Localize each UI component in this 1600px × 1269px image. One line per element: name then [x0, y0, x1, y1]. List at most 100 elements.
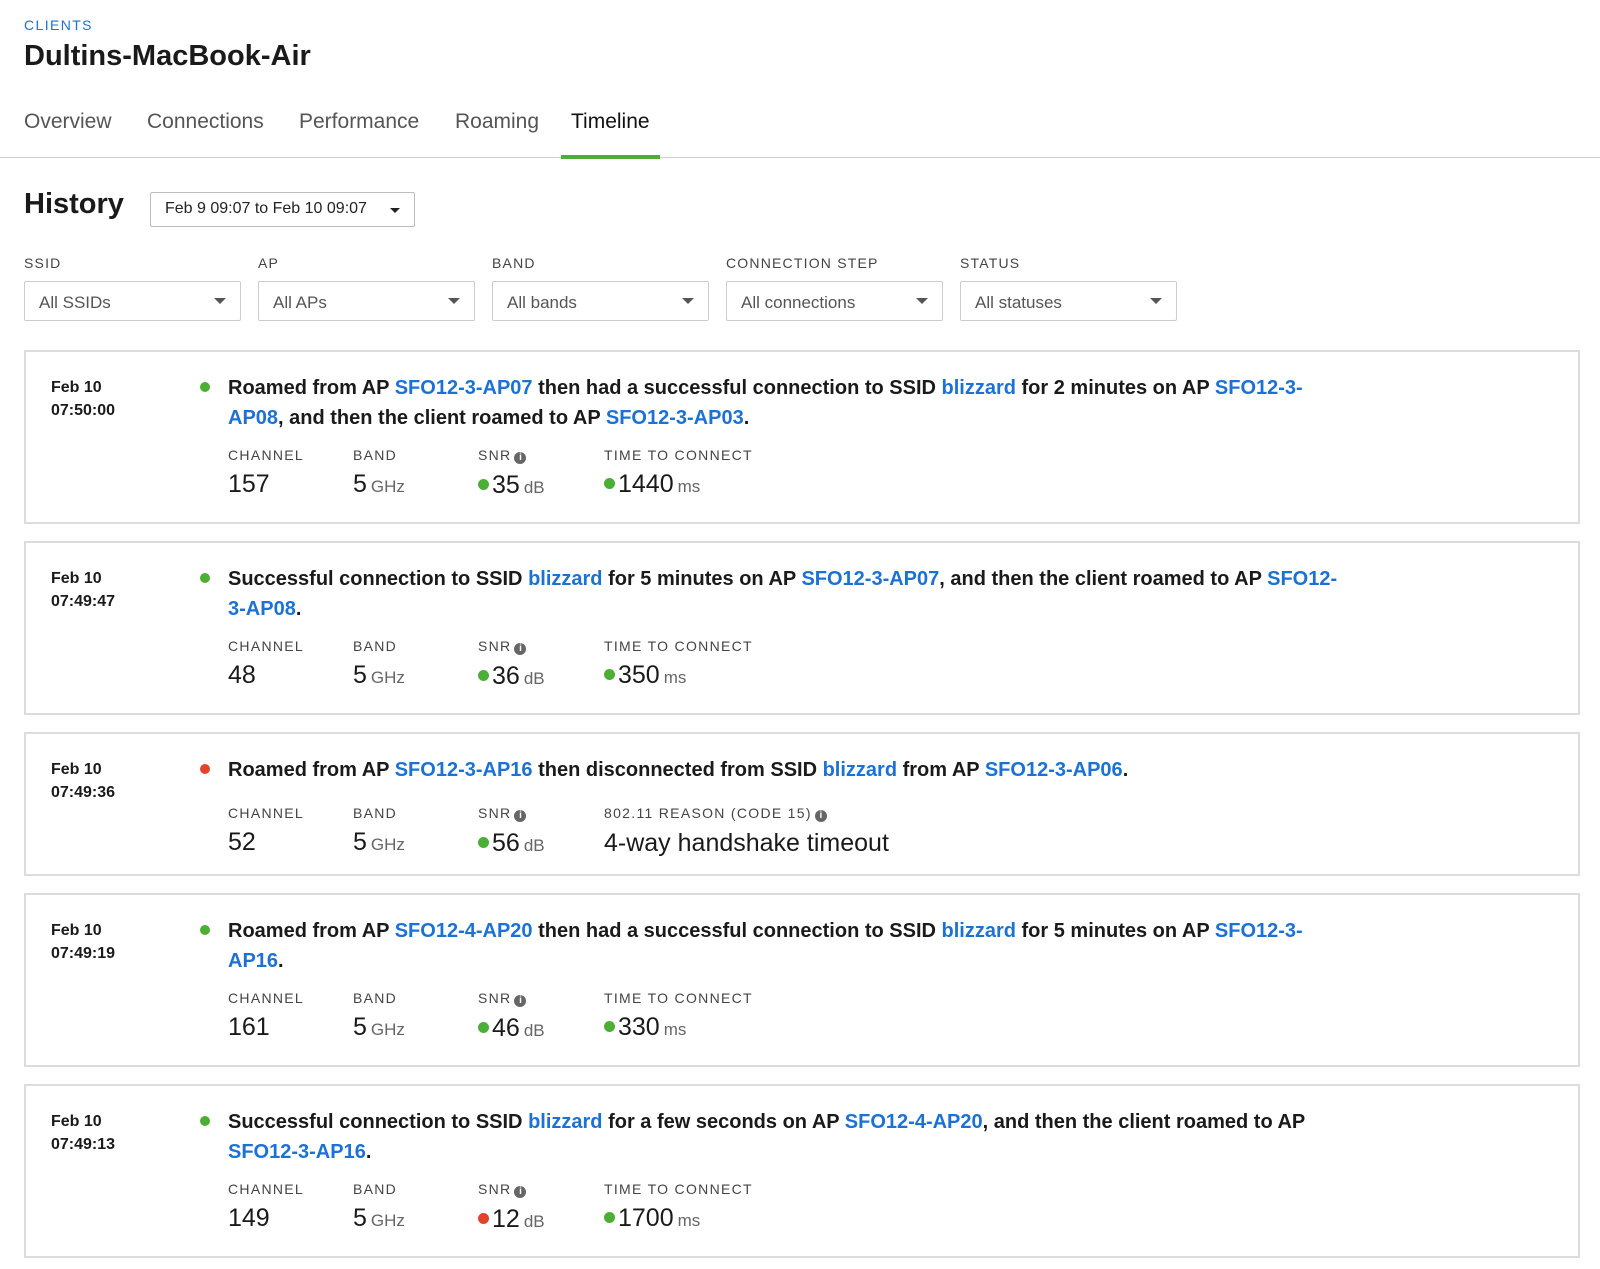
ap-ssid-link[interactable]: SFO12-4-AP20 [395, 920, 533, 942]
event-date: Feb 10 [51, 1113, 102, 1130]
metric-value: 330 ms [604, 1013, 753, 1042]
metric-unit: GHz [370, 1211, 405, 1230]
metric-value: 35 dB [478, 471, 545, 500]
metric-label: CHANNEL [228, 1181, 304, 1197]
ap-ssid-link[interactable]: blizzard [528, 1111, 602, 1133]
metric-label: TIME TO CONNECT [604, 447, 753, 463]
description-text: then had a successful connection to SSID [532, 920, 942, 942]
description-text: , and then the client roamed to AP [278, 407, 606, 429]
channel-metric: CHANNEL 149 [228, 1181, 304, 1233]
channel-metric: CHANNEL 157 [228, 447, 304, 499]
info-icon[interactable]: i [514, 810, 527, 822]
tab-overview[interactable]: Overview [24, 104, 112, 158]
metric-unit: ms [663, 1020, 687, 1039]
description-text: from AP [897, 759, 985, 781]
timeline-event: Feb 10 07:50:00 Roamed from AP SFO12-3-AP0… [24, 350, 1580, 524]
info-icon[interactable]: i [514, 452, 527, 464]
chevron-down-icon [916, 298, 928, 304]
event-date: Feb 10 [51, 922, 102, 939]
event-date: Feb 10 [51, 570, 102, 587]
metric-value: 56 dB [478, 829, 545, 858]
metric-number: 12 [492, 1205, 520, 1233]
info-icon[interactable]: i [514, 995, 527, 1007]
filter-ap: AP All APs [258, 255, 475, 321]
metric-label-text: TIME TO CONNECT [604, 447, 753, 463]
description-text: , and then the client roamed to AP [982, 1111, 1306, 1133]
tab-timeline[interactable]: Timeline [561, 104, 660, 159]
band-metric: BAND 5 GHz [353, 990, 405, 1042]
ap-ssid-link[interactable]: SFO12-3-AP16 [228, 1141, 366, 1163]
description-text: then disconnected from SSID [532, 759, 823, 781]
metric-unit: dB [523, 669, 545, 688]
metric-unit: GHz [370, 668, 405, 687]
event-time: 07:49:13 [51, 1136, 116, 1153]
time-to-connect-metric: TIME TO CONNECT 1700 ms [604, 1181, 753, 1233]
metric-number: 5 [353, 1013, 367, 1041]
channel-metric: CHANNEL 161 [228, 990, 304, 1042]
metric-value: 4-way handshake timeout [604, 829, 889, 858]
ap-ssid-link[interactable]: SFO12-3-AP16 [395, 759, 533, 781]
ap-ssid-link[interactable]: SFO12-3-AP06 [985, 759, 1123, 781]
link-text-part: SFO12- [1267, 568, 1338, 590]
metric-value: 350 ms [604, 661, 753, 690]
filter-label: BAND [492, 255, 536, 271]
snr-metric: SNR i 46 dB [478, 990, 545, 1043]
ap-select[interactable]: All APs [258, 281, 475, 321]
description-text: for 5 minutes on AP [602, 568, 802, 590]
description-text: Successful connection to SSID [228, 568, 529, 590]
description-text: . [295, 598, 302, 620]
status-select[interactable]: All statuses [960, 281, 1177, 321]
ssid-select[interactable]: All SSIDs [24, 281, 241, 321]
link-text-part: 3-AP08 [228, 598, 296, 620]
event-description: Roamed from AP SFO12-3-AP16 then disconn… [228, 755, 1428, 785]
band-metric: BAND 5 GHz [353, 805, 405, 857]
tab-performance[interactable]: Performance [299, 104, 419, 158]
metric-label-text: CHANNEL [228, 638, 305, 654]
date-range-dropdown[interactable]: Feb 9 09:07 to Feb 10 09:07 [150, 192, 415, 227]
metric-label-text: TIME TO CONNECT [604, 1181, 753, 1197]
metric-label-text: 802.11 REASON (CODE 15) [604, 805, 812, 821]
metric-label: TIME TO CONNECT [604, 990, 753, 1006]
band-select[interactable]: All bands [492, 281, 709, 321]
status-dot-icon [478, 479, 489, 490]
snr-metric: SNR i 36 dB [478, 638, 545, 691]
description-text: . [743, 407, 750, 429]
ap-ssid-link[interactable]: blizzard [528, 568, 602, 590]
ap-ssid-link[interactable]: SFO12-3-AP03 [606, 407, 744, 429]
ap-ssid-link[interactable]: SFO12-3-AP07 [801, 568, 939, 590]
metric-unit: ms [663, 668, 687, 687]
metric-label: SNR i [478, 1181, 545, 1198]
metric-label: CHANNEL [228, 805, 304, 821]
breadcrumb[interactable]: CLIENTS [24, 17, 93, 33]
metric-value: 5 GHz [353, 661, 405, 690]
time-to-connect-metric: TIME TO CONNECT 350 ms [604, 638, 753, 690]
metric-value: 161 [228, 1013, 304, 1042]
time-to-connect-metric: TIME TO CONNECT 330 ms [604, 990, 753, 1042]
connection-step-select[interactable]: All connections [726, 281, 943, 321]
description-text: Roamed from AP [228, 759, 395, 781]
ap-ssid-link[interactable]: SFO12-3-AP07 [395, 377, 533, 399]
history-title: History [24, 188, 124, 220]
ap-ssid-link[interactable]: blizzard [942, 377, 1016, 399]
info-icon[interactable]: i [514, 643, 527, 655]
metric-number: 5 [353, 1204, 367, 1232]
ap-ssid-link[interactable]: blizzard [942, 920, 1016, 942]
tab-roaming[interactable]: Roaming [455, 104, 539, 158]
metric-label-text: CHANNEL [228, 447, 305, 463]
status-dot-icon [200, 1116, 210, 1126]
metric-number: 5 [353, 661, 367, 689]
tab-connections[interactable]: Connections [147, 104, 264, 158]
status-dot-icon [200, 925, 210, 935]
ap-ssid-link[interactable]: SFO12-4-AP20 [845, 1111, 983, 1133]
metric-number: 161 [228, 1013, 270, 1041]
metric-value: 157 [228, 470, 304, 499]
info-icon[interactable]: i [514, 1186, 527, 1198]
ap-ssid-link[interactable]: blizzard [823, 759, 897, 781]
info-icon[interactable]: i [814, 810, 827, 822]
status-dot-icon [478, 1213, 489, 1224]
page-title: Dultins-MacBook-Air [24, 40, 311, 72]
event-timestamp: Feb 10 07:49:47 [51, 567, 115, 613]
link-text-part: AP16 [228, 950, 279, 972]
event-timestamp: Feb 10 07:50:00 [51, 376, 115, 422]
event-description: Roamed from AP SFO12-3-AP07 then had a s… [228, 373, 1428, 433]
